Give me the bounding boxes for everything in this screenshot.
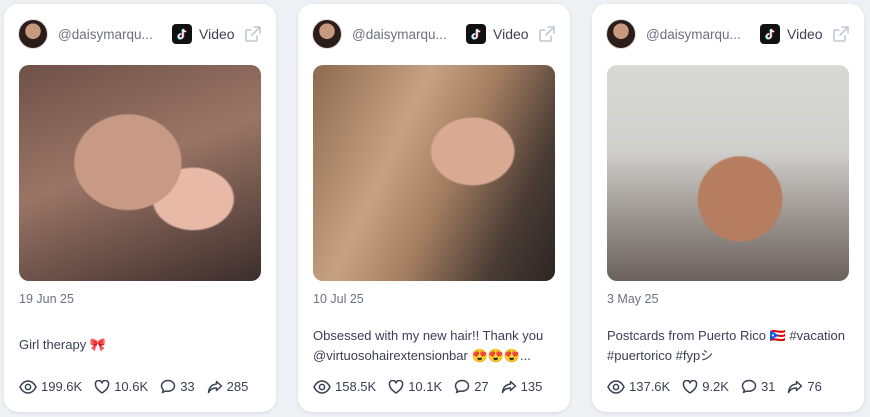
content-type-label: Video [787,26,823,42]
comments-stat: 31 [741,379,775,394]
avatar[interactable] [18,19,48,49]
external-link-icon[interactable] [244,25,262,43]
comments-stat: 27 [454,379,489,394]
post-stats: 137.6K 9.2K 31 76 [607,379,834,394]
views-count: 158.5K [335,379,377,394]
external-link-icon[interactable] [538,25,556,43]
card-header: @daisymarqu... Video [606,18,850,50]
likes-stat: 9.2K [682,379,729,394]
card-header: @daisymarqu... Video [18,18,262,50]
post-date: 19 Jun 25 [19,292,74,306]
likes-stat: 10.6K [94,379,148,394]
views-count: 199.6K [41,379,83,394]
tiktok-icon [466,24,486,44]
post-caption: Postcards from Puerto Rico 🇵🇷 #vacation … [607,328,846,363]
post-card[interactable]: @daisymarqu... Video 10 Jul 25 Obsessed … [298,4,570,412]
content-type-label: Video [493,26,529,42]
likes-stat: 10.1K [388,379,442,394]
post-caption: Girl therapy 🎀 [19,337,106,352]
post-caption: Obsessed with my new hair!! Thank you @v… [313,328,544,363]
comment-icon [454,379,470,394]
post-stats: 158.5K 10.1K 27 135 [313,379,554,394]
eye-icon [19,379,37,394]
shares-count: 135 [520,379,543,394]
likes-count: 9.2K [702,379,729,394]
comments-count: 27 [474,379,489,394]
heart-icon [682,379,698,394]
post-thumbnail[interactable] [19,65,261,281]
likes-count: 10.6K [114,379,149,394]
post-card[interactable]: @daisymarqu... Video 19 Jun 25 Girl ther… [4,4,276,412]
card-header: @daisymarqu... Video [312,18,556,50]
eye-icon [313,379,331,394]
shares-stat: 135 [501,379,543,394]
post-date: 3 May 25 [607,292,659,306]
content-type-label: Video [199,26,235,42]
comments-count: 33 [180,379,195,394]
post-date: 10 Jul 25 [313,292,364,306]
heart-icon [388,379,404,394]
views-count: 137.6K [629,379,671,394]
comment-icon [160,379,176,394]
author-handle[interactable]: @daisymarqu... [58,27,160,42]
views-stat: 199.6K [19,379,82,394]
post-stats: 199.6K 10.6K 33 285 [19,379,260,394]
views-stat: 158.5K [313,379,376,394]
shares-stat: 285 [207,379,249,394]
views-stat: 137.6K [607,379,670,394]
post-thumbnail[interactable] [607,65,849,281]
likes-count: 10.1K [408,379,443,394]
share-icon [788,380,803,393]
tiktok-icon [760,24,780,44]
external-link-icon[interactable] [832,25,850,43]
heart-icon [94,379,110,394]
author-handle[interactable]: @daisymarqu... [352,27,454,42]
share-icon [501,380,516,393]
comments-count: 31 [760,379,776,394]
comments-stat: 33 [160,379,195,394]
eye-icon [607,379,625,394]
post-card[interactable]: @daisymarqu... Video 3 May 25 Postcards … [592,4,864,412]
author-handle[interactable]: @daisymarqu... [646,27,748,42]
shares-stat: 76 [787,379,822,394]
share-icon [207,380,222,393]
tiktok-icon [172,24,192,44]
shares-count: 76 [807,379,822,394]
avatar[interactable] [606,19,636,49]
shares-count: 285 [226,379,249,394]
avatar[interactable] [312,19,342,49]
comment-icon [741,379,757,394]
post-thumbnail[interactable] [313,65,555,281]
